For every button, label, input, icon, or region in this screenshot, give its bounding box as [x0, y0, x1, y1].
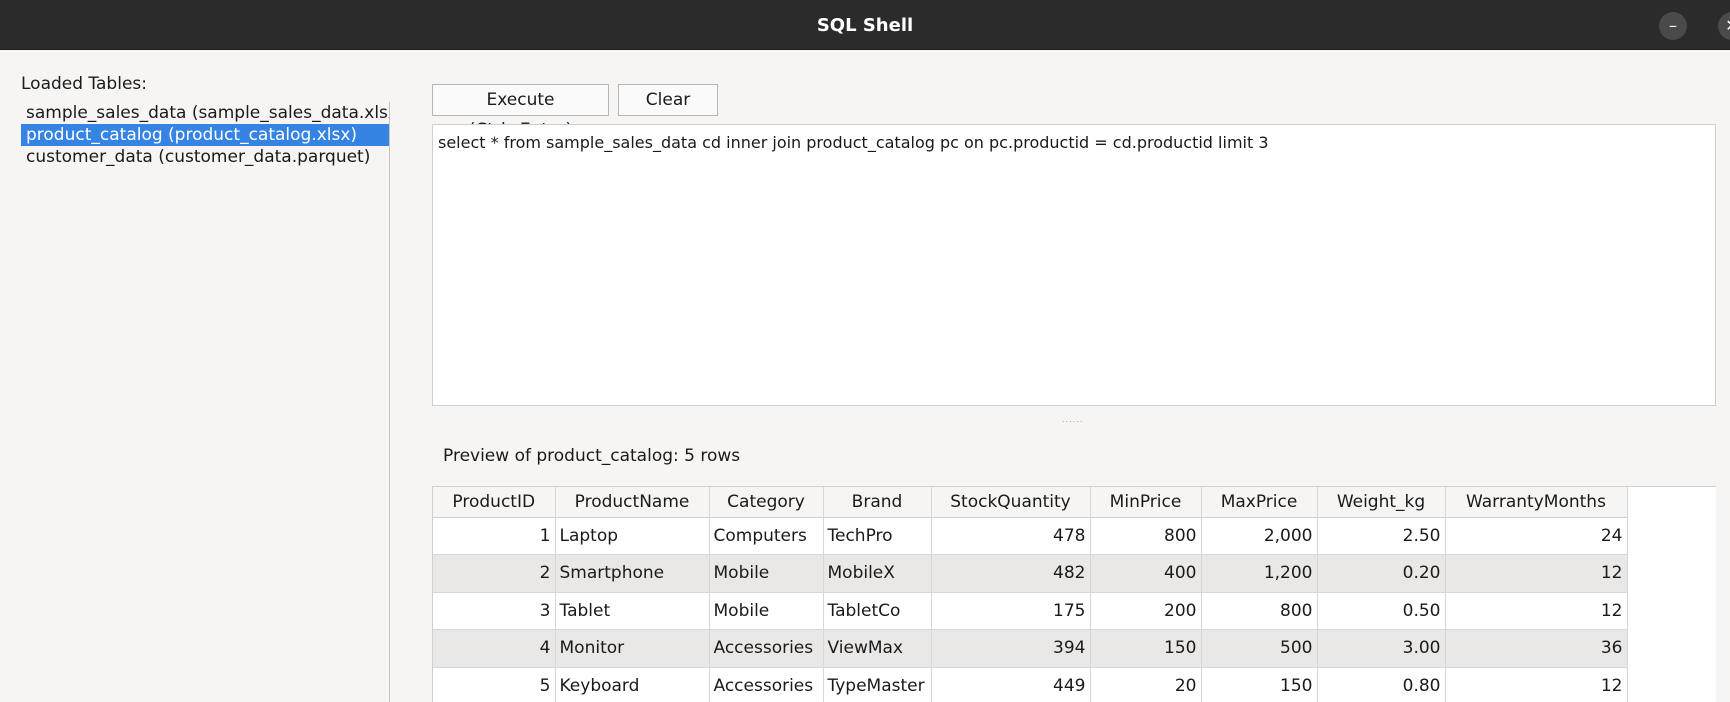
table-cell[interactable]: Tablet — [555, 592, 710, 630]
table-cell[interactable]: Mobile — [709, 554, 824, 593]
table-cell[interactable]: 12 — [1445, 592, 1628, 630]
splitter-handle[interactable]: ...... — [1062, 415, 1083, 424]
table-header-row: ProductID ProductName Category Brand Sto… — [433, 487, 1628, 518]
table-cell[interactable]: 478 — [931, 517, 1091, 555]
table-cell[interactable]: TabletCo — [823, 592, 932, 630]
table-cell[interactable]: 175 — [931, 592, 1091, 630]
window-title: SQL Shell — [816, 15, 914, 36]
table-cell[interactable]: 0.50 — [1317, 592, 1446, 630]
table-cell[interactable]: 800 — [1090, 517, 1202, 555]
table-cell[interactable]: TechPro — [823, 517, 932, 555]
query-text: select * from sample_sales_data cd inner… — [438, 133, 1269, 152]
table-cell[interactable]: 1,200 — [1201, 554, 1318, 593]
table-item-customer-data[interactable]: customer_data (customer_data.parquet) — [21, 146, 389, 168]
table-cell[interactable]: 3.00 — [1317, 629, 1446, 668]
table-cell[interactable]: Accessories — [709, 629, 824, 668]
execute-button[interactable]: Execute (Ctrl+Enter) — [432, 84, 609, 140]
table-cell[interactable]: 482 — [931, 554, 1091, 593]
loaded-tables-list[interactable]: sample_sales_data (sample_sales_data.xls… — [21, 102, 390, 702]
table-cell[interactable]: 200 — [1090, 592, 1202, 630]
table-cell[interactable]: 5 — [433, 667, 556, 702]
table-cell[interactable]: 2.50 — [1317, 517, 1446, 555]
column-header[interactable]: MaxPrice — [1201, 487, 1318, 518]
column-header[interactable]: ProductID — [433, 487, 556, 518]
column-header[interactable]: Brand — [823, 487, 932, 518]
table-cell[interactable]: 20 — [1090, 667, 1202, 702]
results-table[interactable]: ProductID ProductName Category Brand Sto… — [432, 486, 1716, 702]
table-cell[interactable]: Accessories — [709, 667, 824, 702]
table-item-sample-sales-data[interactable]: sample_sales_data (sample_sales_data.xls… — [21, 102, 389, 124]
table-cell[interactable]: Mobile — [709, 592, 824, 630]
table-cell[interactable]: Keyboard — [555, 667, 710, 702]
table-cell[interactable]: 150 — [1201, 667, 1318, 702]
table-cell[interactable]: 12 — [1445, 554, 1628, 593]
title-bar: SQL Shell – ✕ — [0, 0, 1730, 50]
table-cell[interactable]: 800 — [1201, 592, 1318, 630]
table-cell[interactable]: 500 — [1201, 629, 1318, 668]
table-cell[interactable]: Monitor — [555, 629, 710, 668]
table-cell[interactable]: 4 — [433, 629, 556, 668]
table-cell[interactable]: 24 — [1445, 517, 1628, 555]
table-row[interactable]: 4 Monitor Accessories ViewMax 394 150 50… — [433, 629, 1628, 668]
sql-query-editor[interactable]: select * from sample_sales_data cd inner… — [432, 124, 1716, 406]
column-header[interactable]: Category — [709, 487, 824, 518]
table-cell[interactable]: 0.20 — [1317, 554, 1446, 593]
table-cell[interactable]: 394 — [931, 629, 1091, 668]
loaded-tables-label: Loaded Tables: — [21, 74, 147, 94]
table-cell[interactable]: 449 — [931, 667, 1091, 702]
table-cell[interactable]: 36 — [1445, 629, 1628, 668]
column-header[interactable]: StockQuantity — [931, 487, 1091, 518]
table-cell[interactable]: 3 — [433, 592, 556, 630]
table-cell[interactable]: Laptop — [555, 517, 710, 555]
table-cell[interactable]: Computers — [709, 517, 824, 555]
table-item-product-catalog[interactable]: product_catalog (product_catalog.xlsx) — [21, 124, 389, 146]
column-header[interactable]: MinPrice — [1090, 487, 1202, 518]
table-cell[interactable]: 2,000 — [1201, 517, 1318, 555]
column-header[interactable]: ProductName — [555, 487, 710, 518]
table-cell[interactable]: 150 — [1090, 629, 1202, 668]
column-header[interactable]: Weight_kg — [1317, 487, 1446, 518]
table-row[interactable]: 3 Tablet Mobile TabletCo 175 200 800 0.5… — [433, 592, 1628, 630]
table-cell[interactable]: ViewMax — [823, 629, 932, 668]
column-header[interactable]: WarrantyMonths — [1445, 487, 1628, 518]
table-cell[interactable]: 0.80 — [1317, 667, 1446, 702]
table-row[interactable]: 1 Laptop Computers TechPro 478 800 2,000… — [433, 517, 1628, 555]
table-cell[interactable]: 2 — [433, 554, 556, 593]
table-cell[interactable]: MobileX — [823, 554, 932, 593]
table-cell[interactable]: 400 — [1090, 554, 1202, 593]
table-cell[interactable]: Smartphone — [555, 554, 710, 593]
clear-button[interactable]: Clear — [618, 84, 718, 116]
table-row[interactable]: 2 Smartphone Mobile MobileX 482 400 1,20… — [433, 554, 1628, 593]
table-cell[interactable]: TypeMaster — [823, 667, 932, 702]
preview-label: Preview of product_catalog: 5 rows — [443, 446, 741, 466]
table-row[interactable]: 5 Keyboard Accessories TypeMaster 449 20… — [433, 667, 1628, 702]
table-cell[interactable]: 1 — [433, 517, 556, 555]
table-cell[interactable]: 12 — [1445, 667, 1628, 702]
minimize-icon[interactable]: – — [1659, 12, 1687, 40]
